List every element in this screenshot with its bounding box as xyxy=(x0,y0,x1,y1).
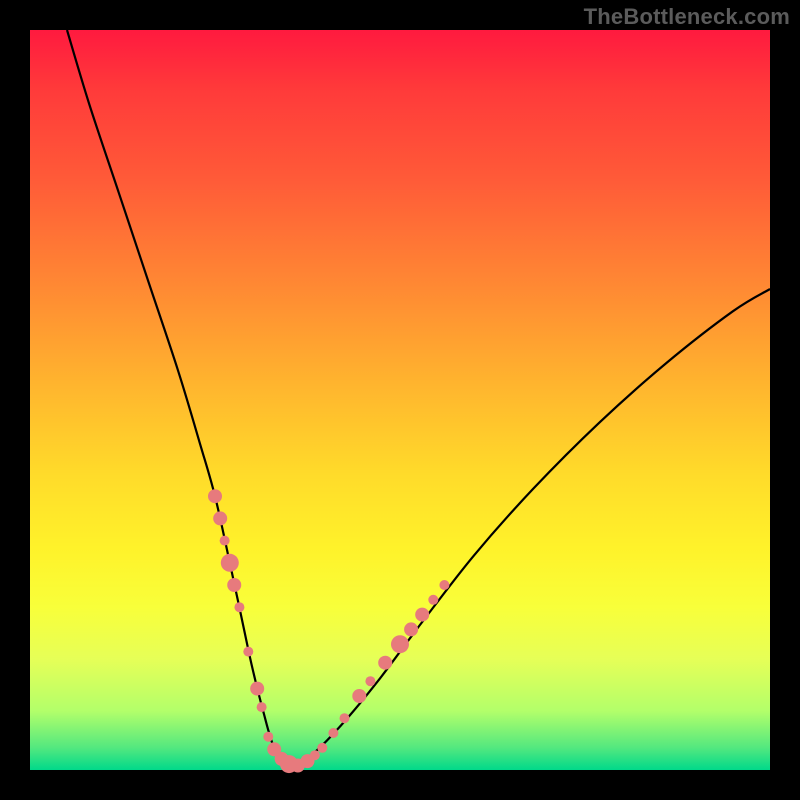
data-point xyxy=(227,578,241,592)
chart-svg xyxy=(30,30,770,770)
data-point xyxy=(310,750,320,760)
data-point xyxy=(415,608,429,622)
data-point xyxy=(208,489,222,503)
data-point xyxy=(220,536,230,546)
plot-area xyxy=(30,30,770,770)
data-point xyxy=(365,676,375,686)
watermark-text: TheBottleneck.com xyxy=(584,4,790,30)
data-point xyxy=(340,713,350,723)
data-point xyxy=(428,595,438,605)
data-point xyxy=(263,732,273,742)
data-point xyxy=(328,728,338,738)
data-point xyxy=(391,635,409,653)
data-point xyxy=(317,743,327,753)
chart-frame: TheBottleneck.com xyxy=(0,0,800,800)
data-point xyxy=(221,554,239,572)
data-point xyxy=(250,682,264,696)
data-point xyxy=(243,647,253,657)
data-point xyxy=(378,656,392,670)
data-point xyxy=(352,689,366,703)
data-point xyxy=(439,580,449,590)
data-point xyxy=(404,622,418,636)
bottleneck-curve xyxy=(67,30,770,766)
data-point xyxy=(213,511,227,525)
data-point xyxy=(257,702,267,712)
data-point xyxy=(234,602,244,612)
